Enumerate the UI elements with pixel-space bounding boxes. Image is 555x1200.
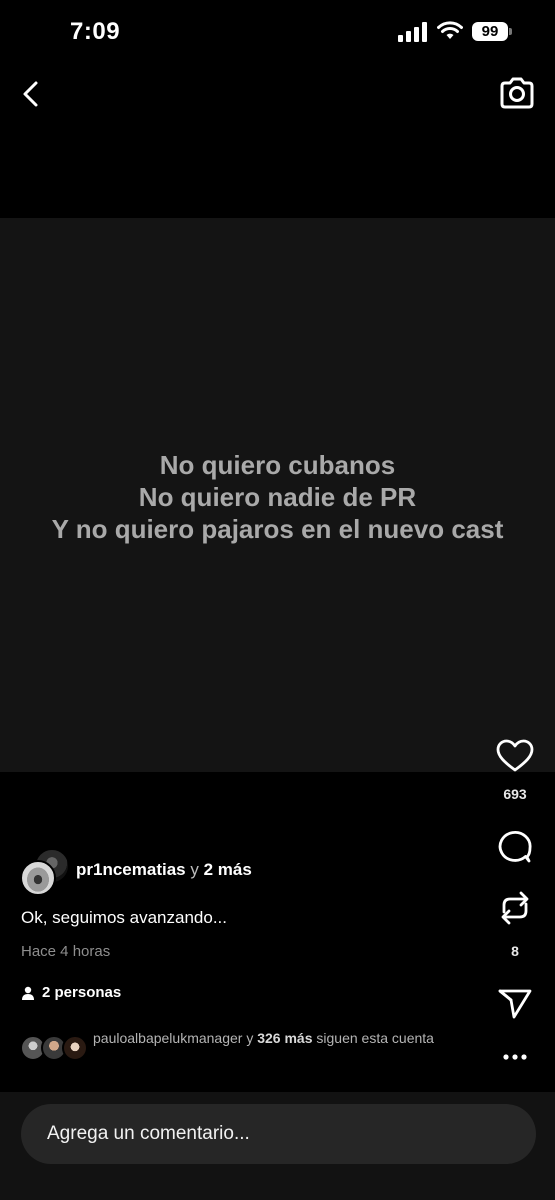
more-dots-icon[interactable]	[494, 1050, 536, 1064]
author-line[interactable]: pr1ncematias y 2 más	[76, 860, 252, 880]
followers-text[interactable]: paulo​albapelukmanager y 326 más siguen …	[93, 1030, 453, 1047]
cellular-signal-icon	[398, 22, 427, 42]
comment-bubble-icon[interactable]	[494, 830, 536, 866]
post-caption: Ok, seguimos avanzando...	[21, 908, 228, 927]
avatar	[62, 1035, 88, 1061]
author-username[interactable]: pr1ncematias	[76, 860, 186, 879]
wifi-icon	[437, 21, 463, 39]
followers-more: 326 más	[257, 1030, 313, 1046]
followers-suffix: siguen esta cuenta	[316, 1030, 434, 1046]
battery-indicator: 99	[472, 22, 508, 41]
comment-input[interactable]: Agrega un comentario...	[21, 1104, 536, 1164]
battery-cap	[509, 28, 512, 35]
audience-row[interactable]: 2 personas	[21, 984, 121, 1001]
followers-connector: y	[246, 1030, 254, 1046]
author-avatars[interactable]	[20, 848, 70, 896]
post-timestamp: Hace 4 horas	[21, 943, 111, 960]
back-button[interactable]	[16, 78, 46, 110]
audience-label: 2 personas	[42, 984, 122, 1001]
person-icon	[22, 986, 34, 1000]
repost-count: 8	[511, 943, 519, 959]
heart-icon[interactable]	[494, 738, 536, 774]
story-text: No quiero cubanos No quiero nadie de PR …	[52, 449, 504, 545]
author-more[interactable]: 2 más	[204, 860, 252, 879]
avatar	[20, 860, 56, 896]
author-connector: y	[190, 860, 199, 879]
story-line: No quiero cubanos	[159, 450, 396, 480]
story-line: Y no quiero pajaros en el nuevo cast	[51, 514, 504, 544]
story-card[interactable]: No quiero cubanos No quiero nadie de PR …	[0, 218, 555, 772]
like-count: 693	[503, 786, 527, 802]
follower-name: paulo​albapelukmanager	[93, 1030, 243, 1046]
send-icon[interactable]	[494, 986, 536, 1020]
status-time: 7:09	[70, 18, 121, 45]
camera-icon[interactable]	[498, 76, 536, 110]
follower-avatars[interactable]	[20, 1035, 90, 1061]
repost-icon[interactable]	[494, 888, 536, 928]
story-line: No quiero nadie de PR	[138, 482, 417, 512]
